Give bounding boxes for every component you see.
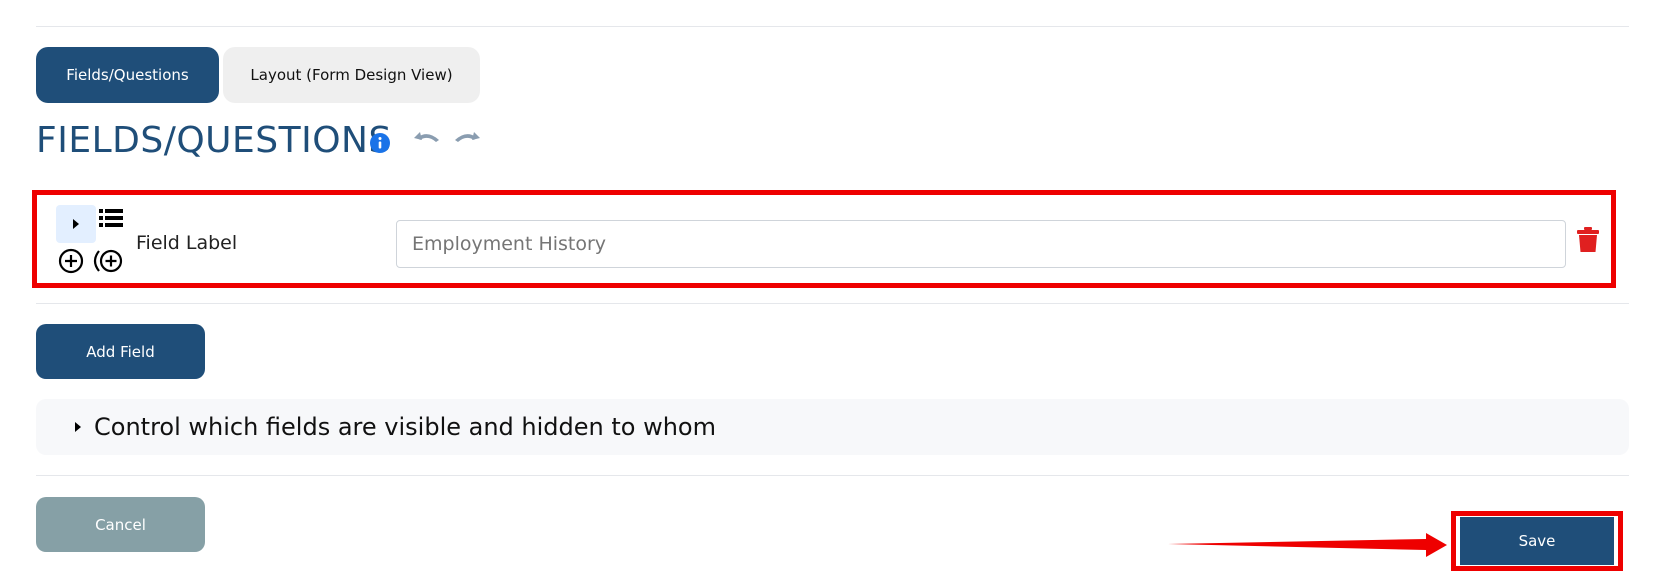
plus-circle-icon[interactable]: [58, 248, 84, 274]
footer-divider: [36, 475, 1629, 476]
visibility-label: Control which fields are visible and hid…: [94, 413, 716, 441]
redo-icon[interactable]: [452, 128, 482, 150]
tab-layout-form-design[interactable]: Layout (Form Design View): [223, 47, 480, 103]
caret-right-icon: [75, 422, 81, 432]
cancel-button[interactable]: Cancel: [36, 497, 205, 552]
field-label-text: Field Label: [136, 232, 238, 254]
undo-icon[interactable]: [412, 128, 442, 150]
annotation-arrow: [1168, 533, 1447, 557]
add-field-button[interactable]: Add Field: [36, 324, 205, 379]
top-divider: [36, 26, 1629, 27]
page-title: FIELDS/QUESTIONS: [36, 120, 392, 161]
save-button[interactable]: Save: [1460, 517, 1614, 565]
list-icon[interactable]: [99, 208, 123, 228]
info-icon[interactable]: [370, 133, 390, 153]
tab-fields-questions[interactable]: Fields/Questions: [36, 47, 219, 103]
plus-circle-group-icon[interactable]: [90, 248, 124, 274]
expand-field-button[interactable]: [56, 205, 96, 243]
section-divider: [36, 303, 1629, 304]
field-label-input[interactable]: [396, 220, 1566, 268]
caret-right-icon: [73, 219, 79, 229]
trash-icon[interactable]: [1577, 227, 1599, 253]
visibility-toggle-panel[interactable]: Control which fields are visible and hid…: [36, 399, 1629, 455]
